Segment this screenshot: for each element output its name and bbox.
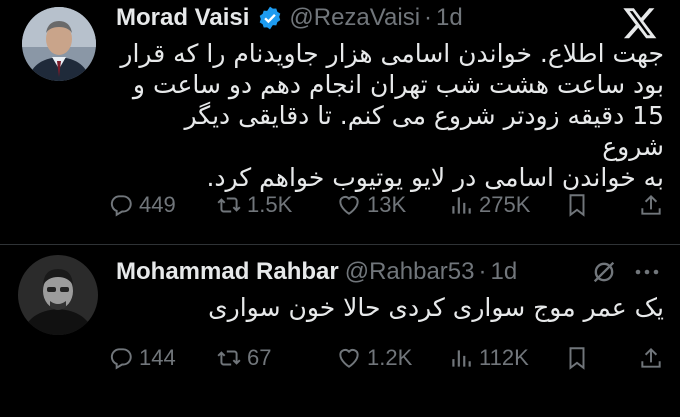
bookmark-button[interactable] [564,345,595,371]
author-handle[interactable]: @Rahbar53 [345,258,475,286]
reply-icon [110,348,132,370]
share-button[interactable] [638,192,669,218]
reply-icon [110,195,132,217]
retweet-count: 1.5K [247,192,293,217]
muted-icon[interactable] [590,258,618,286]
like-button[interactable]: 13K [336,192,406,218]
tweet-actions: 449 1.5K 13K 275K [108,188,668,222]
like-icon [339,348,359,368]
views-count: 275K [479,192,531,217]
reply-button[interactable]: 449 [108,192,176,218]
tweet-text-line: بود ساعت هشت شب تهران انجام دهم دو ساعت … [132,70,664,99]
tweet-text-line: جهت اطلاع. خواندن اسامی هزار جاویدنام را… [120,39,664,68]
tweet-divider [0,244,680,245]
tweet-header: Mohammad Rahbar @Rahbar53 · 1d [116,257,517,287]
separator: · [424,4,433,31]
retweet-button[interactable]: 67 [216,345,271,371]
retweet-icon [217,197,241,213]
timestamp[interactable]: 1d [436,4,463,32]
more-icon[interactable] [630,258,664,286]
like-count: 13K [367,192,407,217]
views-icon [452,197,471,214]
author-handle[interactable]: @RezaVaisi [289,4,420,32]
timestamp[interactable]: 1d [490,258,517,286]
like-icon [339,195,359,215]
share-button[interactable] [638,345,669,371]
tweet-actions: 144 67 1.2K 112K [108,341,668,375]
tweet-text: جهت اطلاع. خواندن اسامی هزار جاویدنام را… [116,38,664,193]
bookmark-icon [569,194,585,217]
author-name[interactable]: Mohammad Rahbar [116,258,339,286]
retweet-count: 67 [247,345,272,370]
share-icon [641,194,661,215]
reply-count: 144 [139,345,176,370]
retweet-button[interactable]: 1.5K [216,192,292,218]
views-button[interactable]: 112K [448,345,529,371]
share-icon [641,347,661,368]
reply-button[interactable]: 144 [108,345,176,371]
avatar[interactable] [22,7,96,81]
bookmark-icon [569,347,585,370]
views-count: 112K [479,345,529,370]
tweet-text-line: یک عمر موج سواری کردی حالا خون سواری [208,293,664,322]
like-button[interactable]: 1.2K [336,345,412,371]
tweet-text: یک عمر موج سواری کردی حالا خون سواری [116,292,664,323]
reply-count: 449 [139,192,176,217]
x-logo-icon[interactable] [622,5,658,41]
tweet-text-line: 15 دقیقه زودتر شروع می کنم. تا دقایقی دی… [184,101,665,161]
tweet-1[interactable]: Morad Vaisi @RezaVaisi · 1d جهت اطلاع. خ… [0,0,680,240]
retweet-icon [217,350,241,366]
views-button[interactable]: 275K [448,192,530,218]
tweet-2[interactable]: Mohammad Rahbar @Rahbar53 · 1d یک عمر مو… [0,248,680,393]
verified-badge-icon [257,5,283,31]
like-count: 1.2K [367,345,413,370]
author-name[interactable]: Morad Vaisi [116,4,249,32]
bookmark-button[interactable] [564,192,595,218]
avatar[interactable] [18,255,98,335]
views-icon [452,350,471,367]
separator: · [478,258,487,285]
tweet-header: Morad Vaisi @RezaVaisi · 1d [116,3,463,33]
